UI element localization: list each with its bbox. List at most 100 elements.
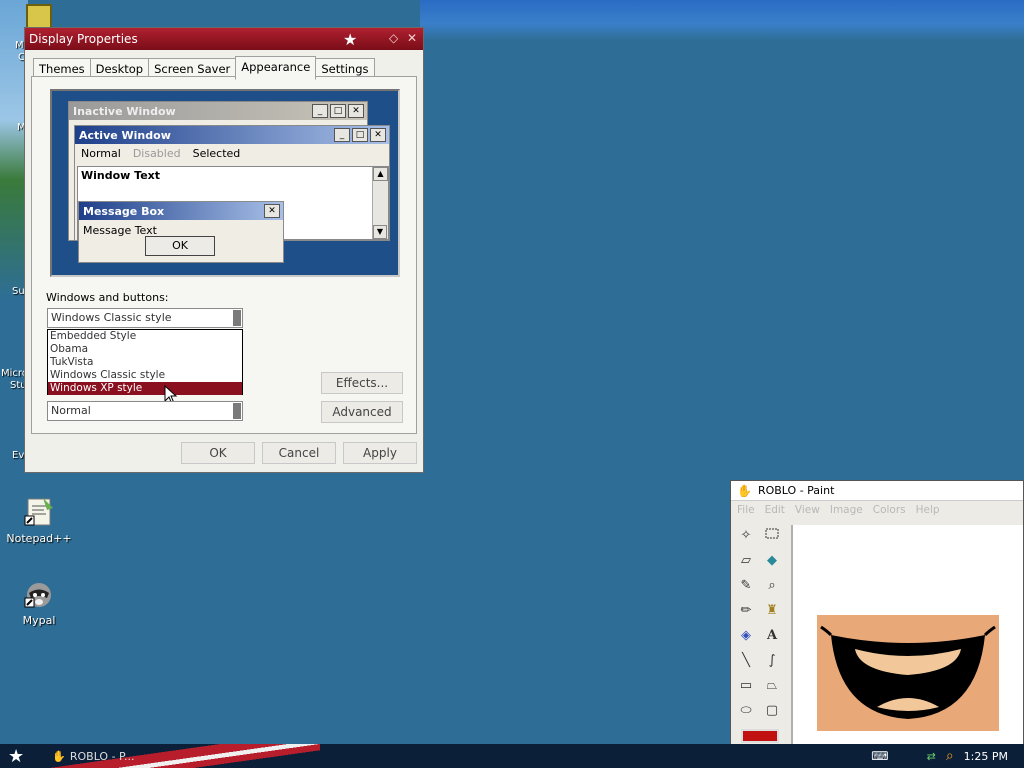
desktop-partial-label: M — [15, 40, 24, 51]
polygon-icon[interactable]: ⏢ — [761, 675, 783, 697]
airbrush-icon[interactable]: ◈ — [735, 625, 757, 647]
system-tray: ⌨ ⇄ ⌕ 1:25 PM — [871, 744, 1024, 768]
paint-app-icon: ✋ — [52, 749, 66, 763]
rectangle-icon[interactable]: ▭ — [735, 675, 757, 697]
desktop-icon-label: Mypal — [22, 614, 56, 627]
taskbar-task-label: ROBLO - P... — [69, 749, 135, 763]
eraser-icon[interactable]: ▱ — [735, 550, 757, 572]
star-icon: ★ — [343, 30, 358, 49]
raccoon-icon — [23, 578, 55, 610]
windows-buttons-select[interactable]: Windows Classic style — [47, 308, 243, 328]
preview-inactive-buttons: _ □ ✕ — [312, 104, 364, 118]
dropdown-option[interactable]: TukVista — [48, 356, 242, 369]
paint-canvas[interactable] — [791, 525, 1023, 745]
appearance-panel: Inactive Window _ □ ✕ Active Window _ □ … — [31, 76, 417, 434]
menu-view[interactable]: View — [795, 504, 820, 516]
preview-message-title: Message Box — [83, 204, 165, 218]
close-icon: ✕ — [370, 128, 386, 142]
dropdown-option[interactable]: Obama — [48, 343, 242, 356]
close-icon[interactable]: ✕ — [407, 31, 417, 45]
brush-icon[interactable]: ♜ — [761, 600, 783, 622]
preview-menu: Normal Disabled Selected — [75, 144, 389, 163]
preview-menu-normal: Normal — [81, 147, 121, 160]
preview-window-text: Window Text — [81, 169, 161, 182]
preview-inactive-title: Inactive Window — [73, 104, 176, 118]
desktop-icon-mypal[interactable]: Mypal — [3, 578, 75, 627]
preview-active-title: Active Window — [79, 128, 171, 142]
desktop-icon-notepadpp[interactable]: Notepad++ — [3, 496, 75, 545]
desktop-icon-label: Notepad++ — [6, 532, 72, 545]
paint-toolbox: ✧ ▱ ◆ ✎ ⌕ ✏ ♜ ◈ A ╲ ∫ ▭ ⏢ ⬭ ▢ — [733, 525, 789, 745]
pencil-icon[interactable]: ✏ — [735, 600, 757, 622]
preview-message-box: Message Box ✕ Message Text OK — [78, 201, 284, 263]
paint-app-icon: ✋ — [737, 483, 752, 498]
search-icon[interactable]: ⌕ — [946, 748, 954, 764]
menu-help[interactable]: Help — [916, 504, 940, 516]
paint-menubar: File Edit View Image Colors Help — [731, 501, 1023, 519]
line-icon[interactable]: ╲ — [735, 650, 757, 672]
paint-titlebar[interactable]: ✋ ROBLO - Paint — [731, 481, 1023, 501]
minimize-icon: _ — [312, 104, 328, 118]
smile-image — [817, 615, 999, 731]
desktop-partial-label: Su — [12, 286, 25, 297]
network-icon[interactable]: ⇄ — [927, 750, 936, 763]
appearance-preview: Inactive Window _ □ ✕ Active Window _ □ … — [50, 89, 400, 277]
clock[interactable]: 1:25 PM — [964, 750, 1008, 763]
magnifier-icon[interactable]: ⌕ — [761, 575, 783, 597]
start-button[interactable]: ★ — [8, 746, 24, 767]
preview-menu-disabled: Disabled — [132, 147, 181, 160]
color-picker-icon[interactable]: ✎ — [735, 575, 757, 597]
cancel-button[interactable]: Cancel — [262, 442, 336, 464]
windows-buttons-value: Windows Classic style — [51, 311, 172, 324]
desktop-partial-label: Ev — [12, 450, 25, 461]
fill-bucket-icon[interactable]: ◆ — [761, 550, 783, 572]
notepadpp-icon — [23, 496, 55, 528]
preview-menu-selected: Selected — [192, 147, 241, 160]
rounded-rect-icon[interactable]: ▢ — [761, 700, 783, 722]
taskbar-task-paint[interactable]: ✋ ROBLO - P... — [52, 750, 134, 763]
help-icon[interactable]: ◇ — [389, 31, 398, 45]
preview-message-text: Message Text — [83, 224, 157, 237]
close-icon: ✕ — [264, 204, 280, 218]
desktop-wallpaper-sky — [420, 0, 1024, 40]
dropdown-option[interactable]: Windows Classic style — [48, 369, 242, 382]
close-icon: ✕ — [348, 104, 364, 118]
preview-active-buttons: _ □ ✕ — [334, 128, 386, 142]
free-select-icon[interactable]: ✧ — [735, 525, 757, 547]
advanced-button[interactable]: Advanced — [321, 401, 403, 423]
rect-select-icon[interactable] — [761, 525, 783, 547]
chevron-down-icon[interactable] — [233, 310, 241, 326]
apply-button[interactable]: Apply — [343, 442, 417, 464]
tool-options-icon[interactable] — [741, 729, 779, 743]
preview-scrollbar: ▲ ▼ — [372, 167, 388, 239]
curve-icon[interactable]: ∫ — [761, 650, 783, 672]
menu-image[interactable]: Image — [830, 504, 863, 516]
window-title: Display Properties — [29, 32, 138, 46]
menu-file[interactable]: File — [737, 504, 755, 516]
menu-edit[interactable]: Edit — [765, 504, 785, 516]
scroll-down-icon: ▼ — [373, 225, 387, 239]
minimize-icon: _ — [334, 128, 350, 142]
maximize-icon: □ — [330, 104, 346, 118]
dropdown-option-selected[interactable]: Windows XP style — [48, 382, 242, 395]
font-size-select[interactable]: Normal — [47, 401, 243, 421]
keyboard-icon[interactable]: ⌨ — [871, 749, 888, 763]
window-titlebar[interactable]: Display Properties ★ ◇ ✕ — [25, 28, 423, 50]
menu-colors[interactable]: Colors — [873, 504, 906, 516]
tab-appearance[interactable]: Appearance — [235, 56, 317, 80]
text-icon[interactable]: A — [761, 625, 783, 647]
windows-buttons-label: Windows and buttons: — [46, 291, 169, 304]
paint-window: ✋ ROBLO - Paint File Edit View Image Col… — [730, 480, 1024, 746]
ellipse-icon[interactable]: ⬭ — [735, 700, 757, 722]
paint-title: ROBLO - Paint — [757, 484, 835, 497]
effects-button[interactable]: Effects... — [321, 372, 403, 394]
windows-buttons-dropdown: Embedded Style Obama TukVista Windows Cl… — [47, 329, 243, 395]
chevron-down-icon[interactable] — [233, 403, 241, 419]
tab-bar: Themes Desktop Screen Saver Appearance S… — [25, 50, 423, 80]
font-size-value: Normal — [51, 404, 91, 417]
ok-button[interactable]: OK — [181, 442, 255, 464]
maximize-icon: □ — [352, 128, 368, 142]
dropdown-option[interactable]: Embedded Style — [48, 330, 242, 343]
display-properties-window: Display Properties ★ ◇ ✕ Themes Desktop … — [24, 27, 424, 473]
preview-ok-button: OK — [145, 236, 215, 256]
